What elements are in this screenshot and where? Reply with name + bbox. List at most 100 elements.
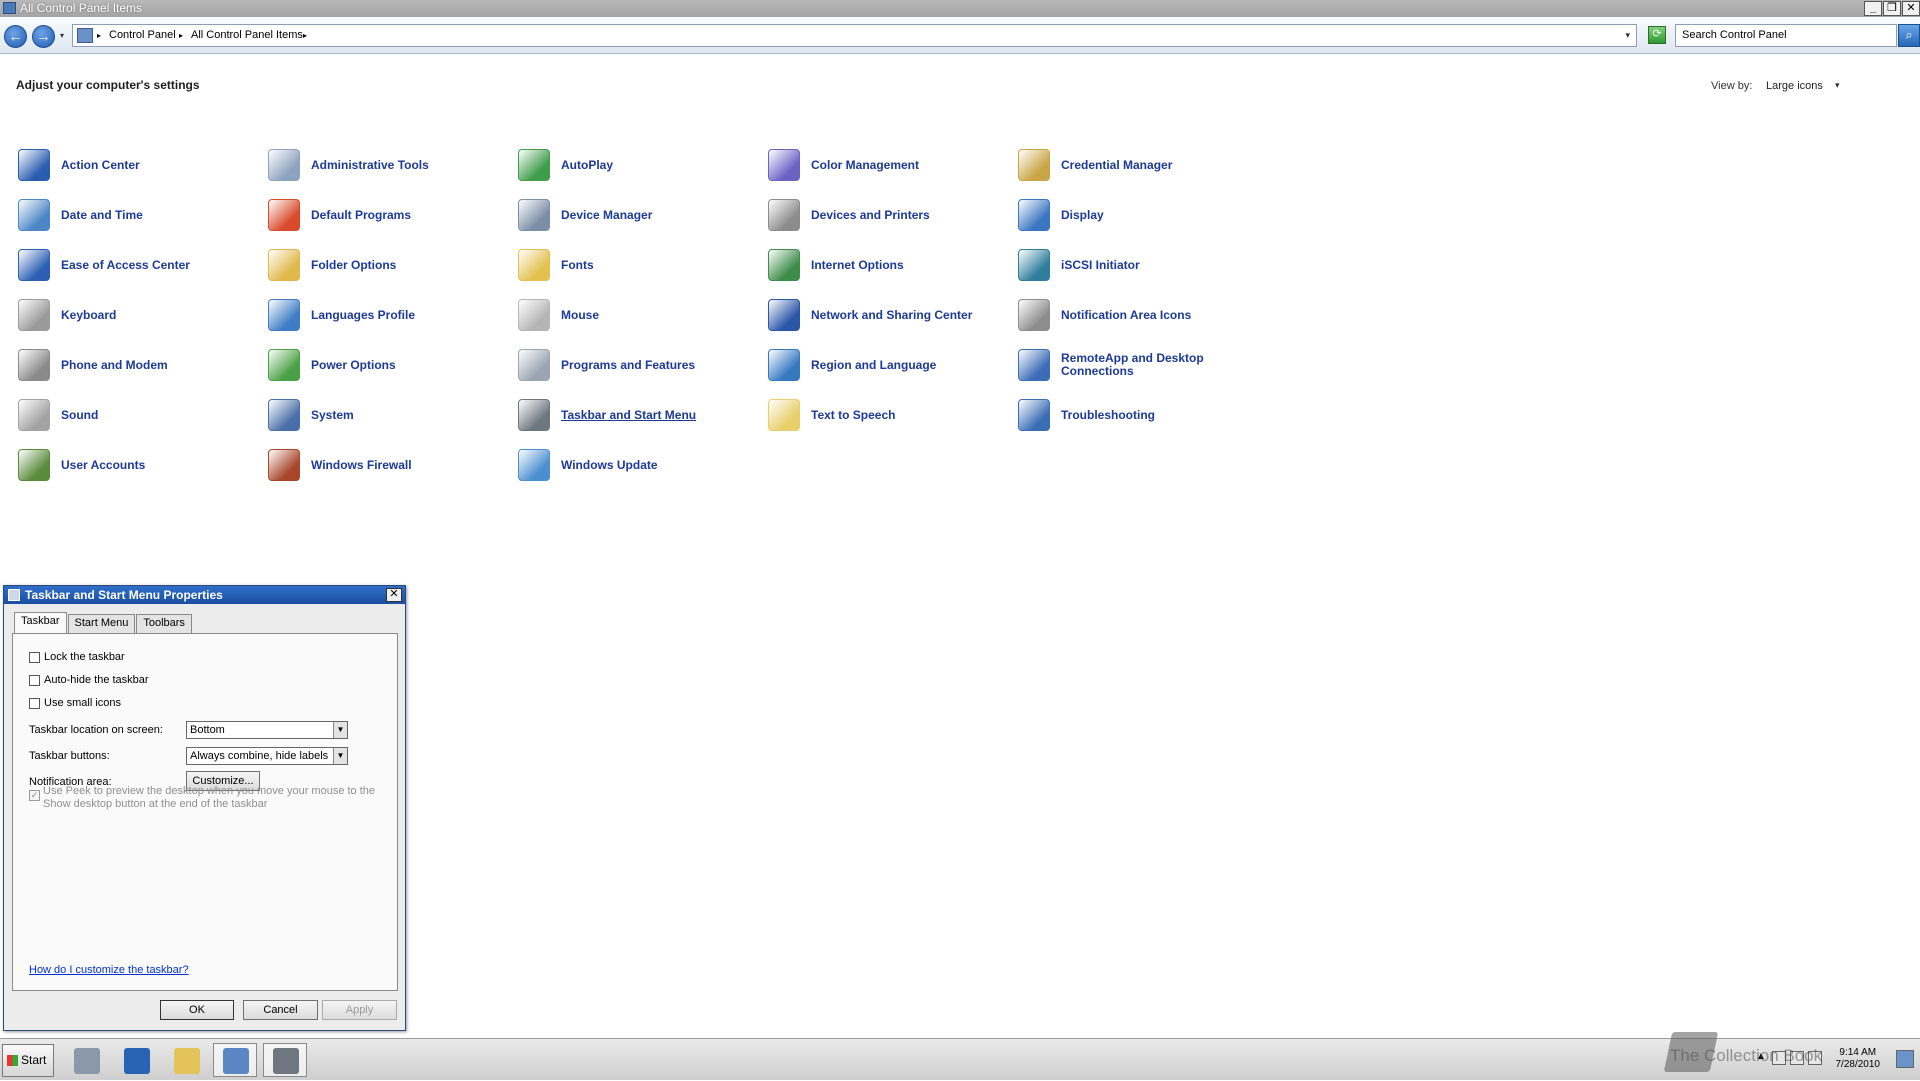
close-window-button[interactable]: ✕ [1902,1,1920,16]
checkbox-box[interactable] [29,652,40,663]
cp-item-system[interactable]: System [268,395,513,439]
cp-item-internet-options[interactable]: Internet Options [768,245,1013,289]
cp-item-network-and-sharing-center[interactable]: Network and Sharing Center [768,295,1013,339]
cp-item-iscsi-initiator[interactable]: iSCSI Initiator [1018,245,1263,289]
cp-item-folder-options[interactable]: Folder Options [268,245,513,289]
window-titlebar[interactable]: All Control Panel Items _ ❐ ✕ [0,0,1920,17]
keyboard-icon [18,299,50,331]
cp-item-color-management[interactable]: Color Management [768,145,1013,189]
search-button[interactable]: ⌕ [1898,24,1920,47]
dialog-tabs: Taskbar Start Menu Toolbars [14,612,193,634]
ok-button[interactable]: OK [160,1000,234,1020]
cp-item-region-and-language[interactable]: Region and Language [768,345,1013,389]
cp-item-power-options[interactable]: Power Options [268,345,513,389]
view-by-control: View by: Large icons ▾ [1711,80,1840,92]
cp-item-mouse[interactable]: Mouse [518,295,763,339]
tab-start-menu[interactable]: Start Menu [67,614,136,633]
network-icon [768,299,800,331]
cp-item-programs-and-features[interactable]: Programs and Features [518,345,763,389]
cp-item-label: Folder Options [311,257,397,272]
back-button[interactable]: ← [4,25,27,48]
cp-item-label: Device Manager [561,207,653,222]
cp-item-user-accounts[interactable]: User Accounts [18,445,263,489]
cp-item-label: System [311,407,354,422]
taskbar-explorer[interactable] [164,1043,208,1077]
cp-item-fonts[interactable]: Fonts [518,245,763,289]
printer-icon [768,199,800,231]
start-button[interactable]: Start [2,1044,54,1077]
taskbar-server-manager[interactable] [64,1043,108,1077]
cp-item-label: Text to Speech [811,407,896,422]
cp-item-troubleshooting[interactable]: Troubleshooting [1018,395,1263,439]
cp-item-date-and-time[interactable]: Date and Time [18,195,263,239]
crumb-arrow[interactable]: ▸ [97,31,101,40]
location-select[interactable]: Bottom ▼ [186,721,348,739]
watermark: The Collection Book [1670,1046,1823,1065]
cp-item-devices-and-printers[interactable]: Devices and Printers [768,195,1013,239]
address-history-dropdown[interactable]: ▾ [1625,30,1630,41]
cp-item-notification-area-icons[interactable]: Notification Area Icons [1018,295,1263,339]
cp-item-label: Internet Options [811,257,904,272]
clock[interactable]: 9:14 AM 7/28/2010 [1836,1047,1881,1071]
cp-item-autoplay[interactable]: AutoPlay [518,145,763,189]
dialog-close-button[interactable]: ✕ [386,588,402,602]
cp-item-label: Troubleshooting [1061,407,1155,422]
view-by-select[interactable]: Large icons [1766,80,1823,92]
system-icon [268,399,300,431]
small-icons-label: Use small icons [44,697,122,709]
cancel-button[interactable]: Cancel [243,1000,318,1020]
checkbox-box[interactable] [29,698,40,709]
cp-item-administrative-tools[interactable]: Administrative Tools [268,145,513,189]
cp-item-action-center[interactable]: Action Center [18,145,263,189]
window-title: All Control Panel Items [20,1,143,15]
show-desktop-icon[interactable] [1896,1050,1914,1068]
cp-item-ease-of-access-center[interactable]: Ease of Access Center [18,245,263,289]
cp-item-windows-update[interactable]: Windows Update [518,445,763,489]
view-by-label: View by: [1711,80,1753,92]
cp-item-label: Languages Profile [311,307,416,322]
taskbar-buttons-select[interactable]: Always combine, hide labels ▼ [186,747,348,765]
search-input[interactable]: Search Control Panel [1675,24,1897,47]
refresh-button[interactable]: ⟳ [1648,26,1666,44]
customize-help-link[interactable]: How do I customize the taskbar? [29,964,189,976]
cp-item-default-programs[interactable]: Default Programs [268,195,513,239]
cp-item-taskbar-and-start-menu[interactable]: Taskbar and Start Menu [518,395,763,439]
cp-item-remoteapp-and-desktop-connections[interactable]: RemoteApp and Desktop Connections [1018,345,1263,389]
cp-item-keyboard[interactable]: Keyboard [18,295,263,339]
forward-button[interactable]: → [32,25,55,48]
crumb-arrow[interactable]: ▸ [303,31,307,40]
recent-pages-dropdown[interactable]: ▾ [60,31,64,40]
minimize-button[interactable]: _ [1864,1,1882,16]
cp-item-label: RemoteApp and Desktop Connections [1061,351,1204,378]
taskbar-control-panel[interactable] [213,1043,257,1077]
breadcrumb-control-panel[interactable]: Control Panel [109,29,176,41]
cp-item-languages-profile[interactable]: Languages Profile [268,295,513,339]
checkbox-box[interactable] [29,675,40,686]
cp-item-label: Ease of Access Center [61,257,190,272]
chevron-down-icon[interactable]: ▼ [333,748,347,764]
cp-item-credential-manager[interactable]: Credential Manager [1018,145,1263,189]
crumb-arrow[interactable]: ▸ [179,31,183,40]
restore-button[interactable]: ❐ [1883,1,1901,16]
cp-item-phone-and-modem[interactable]: Phone and Modem [18,345,263,389]
tab-taskbar[interactable]: Taskbar [14,612,67,633]
tab-toolbars[interactable]: Toolbars [136,614,192,633]
dialog-titlebar[interactable]: Taskbar and Start Menu Properties ✕ [4,586,405,604]
chevron-down-icon[interactable]: ▼ [333,722,347,738]
address-toolbar: ← → ▾ ▸ Control Panel ▸ All Control Pane… [0,17,1920,54]
address-bar[interactable]: ▸ Control Panel ▸ All Control Panel Item… [72,24,1637,47]
taskbar-icon [518,399,550,431]
cp-item-text-to-speech[interactable]: Text to Speech [768,395,1013,439]
taskbar-powershell[interactable] [114,1043,158,1077]
breadcrumb-all-items[interactable]: All Control Panel Items [191,29,303,41]
fonts-folder-icon [518,249,550,281]
apply-button[interactable]: Apply [322,1000,397,1020]
cp-item-label: Taskbar and Start Menu [561,407,697,422]
chevron-down-icon[interactable]: ▾ [1835,80,1840,91]
cp-item-display[interactable]: Display [1018,195,1263,239]
control-panel-app-icon [3,2,16,14]
cp-item-device-manager[interactable]: Device Manager [518,195,763,239]
cp-item-sound[interactable]: Sound [18,395,263,439]
taskbar-properties-window[interactable] [263,1043,307,1077]
cp-item-windows-firewall[interactable]: Windows Firewall [268,445,513,489]
